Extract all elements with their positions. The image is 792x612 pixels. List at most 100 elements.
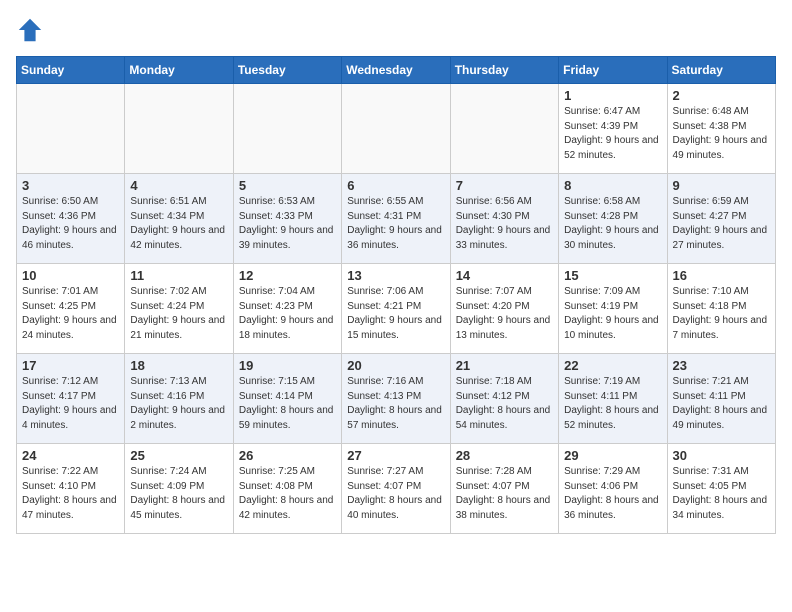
header-monday: Monday (125, 57, 233, 84)
day-number: 6 (347, 178, 444, 193)
calendar-cell: 5 Sunrise: 6:53 AM Sunset: 4:33 PM Daylig… (233, 174, 341, 264)
day-info: Sunrise: 6:56 AM Sunset: 4:30 PM Dayligh… (456, 195, 553, 253)
day-number: 19 (239, 358, 336, 373)
day-info: Sunrise: 7:29 AM Sunset: 4:06 PM Dayligh… (564, 465, 661, 523)
calendar-cell: 23 Sunrise: 7:21 AM Sunset: 4:11 PM Dayli… (667, 354, 775, 444)
calendar-cell: 12 Sunrise: 7:04 AM Sunset: 4:23 PM Dayli… (233, 264, 341, 354)
calendar-cell: 8 Sunrise: 6:58 AM Sunset: 4:28 PM Daylig… (559, 174, 667, 264)
day-info: Sunrise: 7:21 AM Sunset: 4:11 PM Dayligh… (673, 375, 770, 433)
day-number: 9 (673, 178, 770, 193)
day-number: 23 (673, 358, 770, 373)
day-info: Sunrise: 7:12 AM Sunset: 4:17 PM Dayligh… (22, 375, 119, 433)
logo (16, 16, 48, 44)
calendar-cell: 26 Sunrise: 7:25 AM Sunset: 4:08 PM Dayli… (233, 444, 341, 534)
calendar-cell: 1 Sunrise: 6:47 AM Sunset: 4:39 PM Daylig… (559, 84, 667, 174)
calendar-cell: 24 Sunrise: 7:22 AM Sunset: 4:10 PM Dayli… (17, 444, 125, 534)
day-info: Sunrise: 6:53 AM Sunset: 4:33 PM Dayligh… (239, 195, 336, 253)
calendar-body: 1 Sunrise: 6:47 AM Sunset: 4:39 PM Daylig… (17, 84, 776, 534)
day-info: Sunrise: 7:02 AM Sunset: 4:24 PM Dayligh… (130, 285, 227, 343)
day-info: Sunrise: 7:27 AM Sunset: 4:07 PM Dayligh… (347, 465, 444, 523)
day-info: Sunrise: 7:22 AM Sunset: 4:10 PM Dayligh… (22, 465, 119, 523)
day-info: Sunrise: 6:51 AM Sunset: 4:34 PM Dayligh… (130, 195, 227, 253)
header-friday: Friday (559, 57, 667, 84)
calendar-week-row: 3 Sunrise: 6:50 AM Sunset: 4:36 PM Daylig… (17, 174, 776, 264)
calendar-cell: 17 Sunrise: 7:12 AM Sunset: 4:17 PM Dayli… (17, 354, 125, 444)
day-number: 11 (130, 268, 227, 283)
day-number: 18 (130, 358, 227, 373)
header (16, 16, 776, 44)
calendar-cell: 20 Sunrise: 7:16 AM Sunset: 4:13 PM Dayli… (342, 354, 450, 444)
calendar-cell: 15 Sunrise: 7:09 AM Sunset: 4:19 PM Dayli… (559, 264, 667, 354)
day-info: Sunrise: 7:31 AM Sunset: 4:05 PM Dayligh… (673, 465, 770, 523)
day-info: Sunrise: 6:55 AM Sunset: 4:31 PM Dayligh… (347, 195, 444, 253)
calendar-header: Sunday Monday Tuesday Wednesday Thursday… (17, 57, 776, 84)
calendar-cell: 7 Sunrise: 6:56 AM Sunset: 4:30 PM Daylig… (450, 174, 558, 264)
day-number: 2 (673, 88, 770, 103)
header-wednesday: Wednesday (342, 57, 450, 84)
day-info: Sunrise: 7:07 AM Sunset: 4:20 PM Dayligh… (456, 285, 553, 343)
day-number: 5 (239, 178, 336, 193)
day-number: 25 (130, 448, 227, 463)
day-info: Sunrise: 7:04 AM Sunset: 4:23 PM Dayligh… (239, 285, 336, 343)
day-info: Sunrise: 7:01 AM Sunset: 4:25 PM Dayligh… (22, 285, 119, 343)
day-number: 24 (22, 448, 119, 463)
calendar-cell: 9 Sunrise: 6:59 AM Sunset: 4:27 PM Daylig… (667, 174, 775, 264)
weekday-header-row: Sunday Monday Tuesday Wednesday Thursday… (17, 57, 776, 84)
day-info: Sunrise: 7:09 AM Sunset: 4:19 PM Dayligh… (564, 285, 661, 343)
day-number: 4 (130, 178, 227, 193)
calendar-cell: 18 Sunrise: 7:13 AM Sunset: 4:16 PM Dayli… (125, 354, 233, 444)
day-info: Sunrise: 7:13 AM Sunset: 4:16 PM Dayligh… (130, 375, 227, 433)
calendar-cell: 4 Sunrise: 6:51 AM Sunset: 4:34 PM Daylig… (125, 174, 233, 264)
header-thursday: Thursday (450, 57, 558, 84)
day-number: 21 (456, 358, 553, 373)
calendar-cell: 2 Sunrise: 6:48 AM Sunset: 4:38 PM Daylig… (667, 84, 775, 174)
calendar-cell: 30Sunrise: 7:31 AM Sunset: 4:05 PM Dayli… (667, 444, 775, 534)
calendar-cell: 29 Sunrise: 7:29 AM Sunset: 4:06 PM Dayli… (559, 444, 667, 534)
day-info: Sunrise: 7:18 AM Sunset: 4:12 PM Dayligh… (456, 375, 553, 433)
calendar-cell: 6 Sunrise: 6:55 AM Sunset: 4:31 PM Daylig… (342, 174, 450, 264)
calendar-week-row: 24 Sunrise: 7:22 AM Sunset: 4:10 PM Dayli… (17, 444, 776, 534)
day-number: 17 (22, 358, 119, 373)
calendar-cell: 10 Sunrise: 7:01 AM Sunset: 4:25 PM Dayli… (17, 264, 125, 354)
day-number: 3 (22, 178, 119, 193)
day-info: Sunrise: 7:24 AM Sunset: 4:09 PM Dayligh… (130, 465, 227, 523)
day-number: 29 (564, 448, 661, 463)
day-number: 15 (564, 268, 661, 283)
day-info: Sunrise: 6:58 AM Sunset: 4:28 PM Dayligh… (564, 195, 661, 253)
day-number: 27 (347, 448, 444, 463)
calendar-table: Sunday Monday Tuesday Wednesday Thursday… (16, 56, 776, 534)
calendar-cell (342, 84, 450, 174)
day-number: 7 (456, 178, 553, 193)
day-info: Sunrise: 7:16 AM Sunset: 4:13 PM Dayligh… (347, 375, 444, 433)
day-number: 10 (22, 268, 119, 283)
day-info: Sunrise: 7:15 AM Sunset: 4:14 PM Dayligh… (239, 375, 336, 433)
calendar-cell: 13Sunrise: 7:06 AM Sunset: 4:21 PM Dayli… (342, 264, 450, 354)
day-info: Sunrise: 7:25 AM Sunset: 4:08 PM Dayligh… (239, 465, 336, 523)
day-info: Sunrise: 6:50 AM Sunset: 4:36 PM Dayligh… (22, 195, 119, 253)
calendar-cell (233, 84, 341, 174)
header-sunday: Sunday (17, 57, 125, 84)
day-number: 14 (456, 268, 553, 283)
day-number: 1 (564, 88, 661, 103)
calendar-cell: 11 Sunrise: 7:02 AM Sunset: 4:24 PM Dayli… (125, 264, 233, 354)
day-info: Sunrise: 6:59 AM Sunset: 4:27 PM Dayligh… (673, 195, 770, 253)
calendar-week-row: 10 Sunrise: 7:01 AM Sunset: 4:25 PM Dayli… (17, 264, 776, 354)
day-number: 12 (239, 268, 336, 283)
day-info: Sunrise: 6:48 AM Sunset: 4:38 PM Dayligh… (673, 105, 770, 163)
logo-icon (16, 16, 44, 44)
calendar-cell: 21 Sunrise: 7:18 AM Sunset: 4:12 PM Dayli… (450, 354, 558, 444)
day-number: 20 (347, 358, 444, 373)
day-number: 8 (564, 178, 661, 193)
day-number: 16 (673, 268, 770, 283)
calendar-cell (450, 84, 558, 174)
calendar-cell: 3 Sunrise: 6:50 AM Sunset: 4:36 PM Daylig… (17, 174, 125, 264)
calendar-cell: 22Sunrise: 7:19 AM Sunset: 4:11 PM Dayli… (559, 354, 667, 444)
day-number: 28 (456, 448, 553, 463)
calendar-week-row: 1 Sunrise: 6:47 AM Sunset: 4:39 PM Daylig… (17, 84, 776, 174)
calendar-cell: 27 Sunrise: 7:27 AM Sunset: 4:07 PM Dayli… (342, 444, 450, 534)
day-number: 13 (347, 268, 444, 283)
calendar-cell: 19 Sunrise: 7:15 AM Sunset: 4:14 PM Dayli… (233, 354, 341, 444)
calendar-cell (17, 84, 125, 174)
day-info: Sunrise: 6:47 AM Sunset: 4:39 PM Dayligh… (564, 105, 661, 163)
day-number: 26 (239, 448, 336, 463)
